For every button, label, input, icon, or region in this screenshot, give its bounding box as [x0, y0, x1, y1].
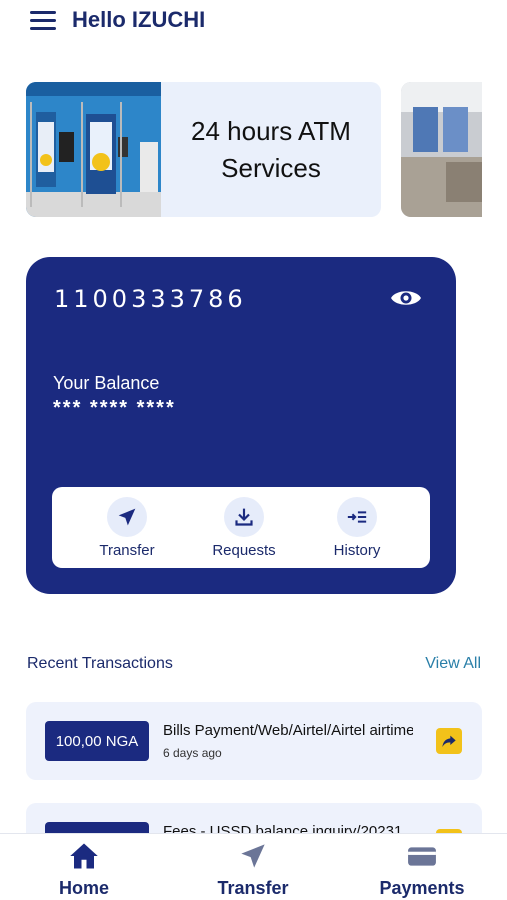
card-icon	[408, 847, 436, 866]
transfer-action-button[interactable]: Transfer	[72, 497, 182, 561]
balance-label: Your Balance	[53, 373, 160, 393]
send-icon	[241, 844, 265, 868]
transaction-amount: 100,00 NGA	[45, 721, 149, 761]
promo-banner-atm[interactable]: 24 hours ATM Services	[26, 82, 381, 217]
download-icon	[224, 497, 264, 537]
promo-banner-branch[interactable]	[401, 82, 482, 217]
nav-payments-label: Payments	[379, 878, 465, 898]
balance-value: *** **** ****	[53, 397, 176, 419]
home-icon	[70, 843, 98, 869]
hamburger-menu-icon[interactable]	[30, 11, 56, 31]
banner-caption: 24 hours ATM Services	[191, 115, 351, 183]
history-action-label: History	[333, 542, 381, 559]
nav-transfer[interactable]: Transfer	[183, 842, 323, 899]
nav-transfer-label: Transfer	[217, 878, 289, 898]
transfer-action-label: Transfer	[99, 542, 155, 559]
app-header: Hello IZUCHI	[0, 0, 507, 44]
requests-action-button[interactable]: Requests	[189, 497, 299, 561]
transaction-date: 6 days ago	[163, 746, 222, 760]
nav-home[interactable]: Home	[14, 842, 154, 899]
atm-gallery-photo	[26, 82, 161, 217]
view-all-link[interactable]: View All	[425, 655, 481, 673]
requests-action-label: Requests	[212, 542, 276, 559]
share-icon[interactable]	[436, 728, 462, 754]
quick-actions: Transfer Requests History	[52, 487, 430, 568]
transaction-description: Bills Payment/Web/Airtel/Airtel airtime	[163, 722, 413, 739]
nav-home-label: Home	[58, 878, 109, 898]
greeting-title: Hello IZUCHI	[72, 7, 206, 32]
history-action-button[interactable]: History	[302, 497, 412, 561]
account-number: 1100333786	[54, 285, 247, 313]
promo-carousel[interactable]: 24 hours ATM Services	[26, 82, 482, 217]
send-icon	[107, 497, 147, 537]
eye-icon[interactable]	[390, 287, 422, 309]
transaction-item[interactable]: 100,00 NGA Bills Payment/Web/Airtel/Airt…	[26, 702, 482, 780]
bottom-navigation: Home Transfer Payments	[0, 833, 507, 900]
history-icon	[337, 497, 377, 537]
nav-payments[interactable]: Payments	[352, 842, 492, 899]
banking-hall-photo	[401, 82, 482, 217]
account-card: 1100333786 Your Balance *** **** **** Tr…	[26, 257, 456, 594]
recent-transactions-title: Recent Transactions	[27, 655, 173, 672]
